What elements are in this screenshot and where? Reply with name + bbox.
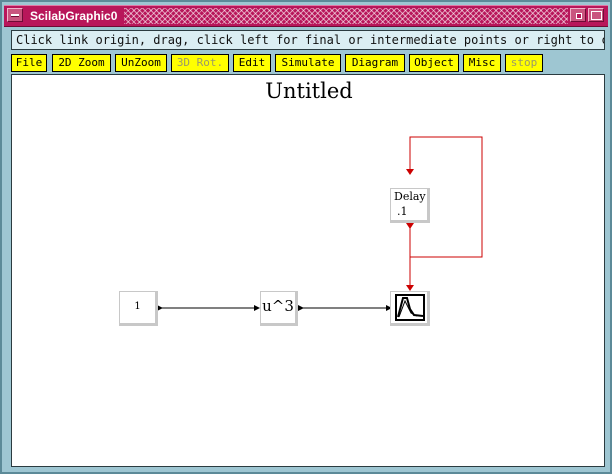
power-block-expression: u^3 [262, 297, 294, 315]
title-bar-drag-area[interactable] [124, 8, 568, 24]
maximize-icon [591, 11, 602, 20]
diagram-canvas[interactable]: Untitled 1 u^3 Delay .1 [11, 74, 605, 467]
title-bar[interactable]: ScilabGraphic0 [4, 5, 608, 27]
constant-block-value: 1 [134, 301, 141, 312]
object-button[interactable]: Object [409, 54, 459, 72]
delay-block[interactable]: Delay .1 [390, 188, 430, 223]
edit-button[interactable]: Edit [233, 54, 271, 72]
window-menu-button[interactable] [7, 8, 23, 22]
activation-arrow-delay-input [406, 169, 414, 175]
misc-button[interactable]: Misc [463, 54, 501, 72]
file-button[interactable]: File [11, 54, 47, 72]
rotate-3d-button[interactable]: 3D Rot. [171, 54, 229, 72]
minimize-icon [576, 13, 582, 19]
delay-block-label: Delay [394, 190, 426, 203]
info-message-bar: Click link origin, drag, click left for … [11, 30, 605, 50]
delay-block-value: .1 [397, 205, 408, 218]
arrow-power-output [298, 305, 304, 311]
unzoom-button[interactable]: UnZoom [115, 54, 167, 72]
scope-icon [395, 294, 425, 321]
info-message: Click link origin, drag, click left for … [16, 33, 605, 47]
window-menu-icon [11, 14, 19, 17]
zoom-2d-button[interactable]: 2D Zoom [52, 54, 111, 72]
scilab-graphic-window: ScilabGraphic0 Click link origin, drag, … [0, 0, 612, 474]
diagram-links [157, 136, 483, 311]
maximize-button[interactable] [588, 8, 604, 22]
power-block[interactable]: u^3 [260, 291, 298, 326]
diagram-button[interactable]: Diagram [345, 54, 405, 72]
stop-button[interactable]: stop [505, 54, 543, 72]
scope-block[interactable] [390, 291, 430, 326]
activation-arrow-delay-output [406, 223, 414, 229]
window-title: ScilabGraphic0 [30, 9, 118, 23]
minimize-button[interactable] [570, 8, 586, 22]
constant-block[interactable]: 1 [119, 291, 158, 326]
simulate-button[interactable]: Simulate [275, 54, 341, 72]
